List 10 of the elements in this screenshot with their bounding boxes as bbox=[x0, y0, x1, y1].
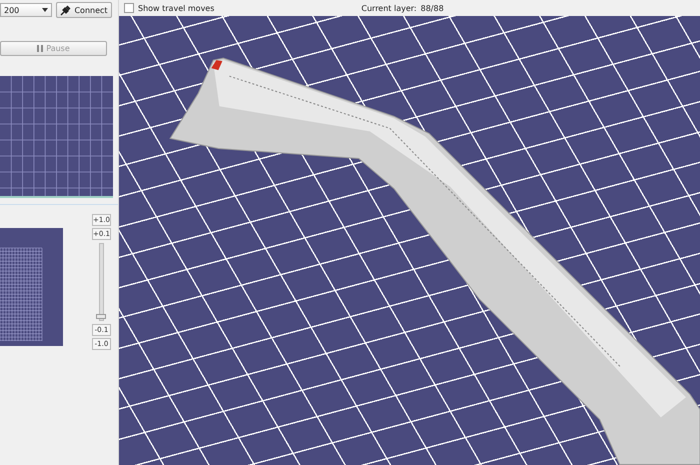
current-layer-label: Current layer: bbox=[361, 4, 417, 13]
connect-button[interactable]: Connect bbox=[56, 2, 112, 18]
pause-icon bbox=[37, 45, 44, 52]
slider-thumb[interactable] bbox=[96, 314, 106, 319]
travel-moves-checkbox[interactable] bbox=[124, 3, 134, 14]
current-layer-value: 88/88 bbox=[420, 4, 444, 13]
checkbox-label: Show travel moves bbox=[138, 4, 214, 13]
port-dropdown[interactable]: 200 bbox=[0, 3, 52, 17]
z-slider[interactable] bbox=[99, 243, 104, 321]
plug-icon bbox=[60, 4, 72, 16]
